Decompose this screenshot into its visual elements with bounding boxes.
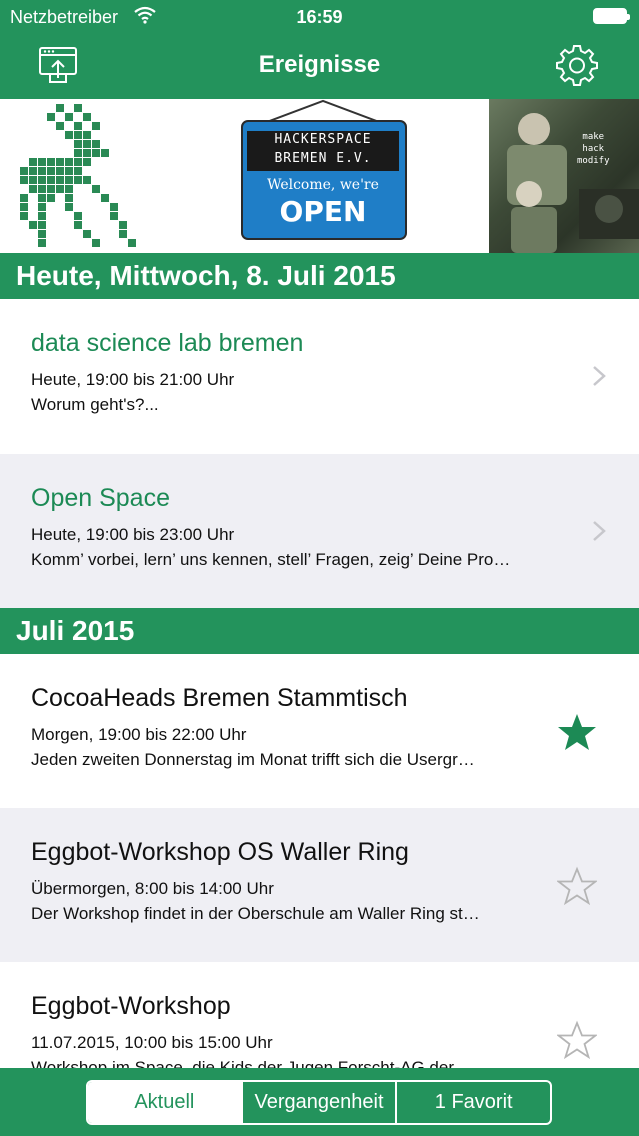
event-title: Eggbot-Workshop OS Waller Ring	[31, 838, 409, 866]
workshop-photo: make hack modify	[489, 99, 639, 253]
event-description: Jeden zweiten Donnerstag im Monat trifft…	[31, 750, 475, 769]
list-item[interactable]: data science lab bremen Heute, 19:00 bis…	[0, 299, 639, 453]
hackerspace-banner: HACKERSPACE BREMEN E.V. Welcome, we're O…	[0, 99, 639, 253]
battery-icon	[593, 8, 630, 24]
event-time: Übermorgen, 8:00 bis 14:00 Uhr	[31, 879, 274, 898]
sign-line-1: HACKERSPACE	[274, 132, 372, 147]
section-header-today: Heute, Mittwoch, 8. Juli 2015	[0, 253, 639, 299]
gear-icon[interactable]	[555, 43, 599, 87]
event-time: Morgen, 19:00 bis 22:00 Uhr	[31, 725, 247, 744]
sign-line-2: BREMEN E.V.	[274, 151, 372, 166]
event-description: Komm’ vorbei, lern’ uns kennen, stell’ F…	[31, 550, 511, 569]
bottom-toolbar: Aktuell Vergangenheit 1 Favorit	[0, 1068, 639, 1136]
event-time: 11.07.2015, 10:00 bis 15:00 Uhr	[31, 1033, 273, 1052]
event-description: Worum geht's?...	[31, 395, 159, 414]
segment-past[interactable]: Vergangenheit	[240, 1082, 396, 1123]
pixel-deer-logo	[20, 104, 136, 247]
status-time: 16:59	[296, 7, 343, 27]
star-outline-icon[interactable]	[557, 866, 597, 906]
page-title: Ereignisse	[258, 51, 381, 78]
list-item[interactable]: Eggbot-Workshop OS Waller Ring Übermorge…	[0, 808, 639, 962]
chevron-right-icon	[593, 521, 606, 541]
top-bar: Netzbetreiber 16:59 Ereignisse	[0, 0, 639, 99]
photo-figures	[507, 113, 639, 253]
filter-segmented-control: Aktuell Vergangenheit 1 Favorit	[86, 1080, 552, 1125]
nav-bar: Ereignisse	[0, 34, 639, 99]
status-bar: Netzbetreiber 16:59	[0, 0, 639, 34]
event-title: Eggbot-Workshop	[31, 992, 231, 1020]
segment-current[interactable]: Aktuell	[88, 1082, 241, 1123]
event-time: Heute, 19:00 bis 21:00 Uhr	[31, 370, 235, 389]
star-outline-icon[interactable]	[557, 1020, 597, 1060]
list-item[interactable]: Open Space Heute, 19:00 bis 23:00 Uhr Ko…	[0, 454, 639, 608]
sign-line-4: OPEN	[279, 195, 367, 228]
event-time: Heute, 19:00 bis 23:00 Uhr	[31, 525, 235, 544]
list-item[interactable]: CocoaHeads Bremen Stammtisch Morgen, 19:…	[0, 654, 639, 808]
segment-favorites[interactable]: 1 Favorit	[395, 1082, 550, 1123]
event-title: data science lab bremen	[31, 329, 304, 357]
event-title: Open Space	[31, 484, 170, 512]
chevron-right-icon	[593, 366, 606, 386]
photo-caption: make hack modify	[577, 132, 610, 166]
star-filled-icon[interactable]	[557, 712, 597, 752]
section-header-july: Juli 2015	[0, 608, 639, 654]
event-description: Der Workshop findet in der Oberschule am…	[31, 904, 480, 923]
event-title: CocoaHeads Bremen Stammtisch	[31, 684, 408, 712]
sign-line-3: Welcome, we're	[267, 177, 379, 193]
